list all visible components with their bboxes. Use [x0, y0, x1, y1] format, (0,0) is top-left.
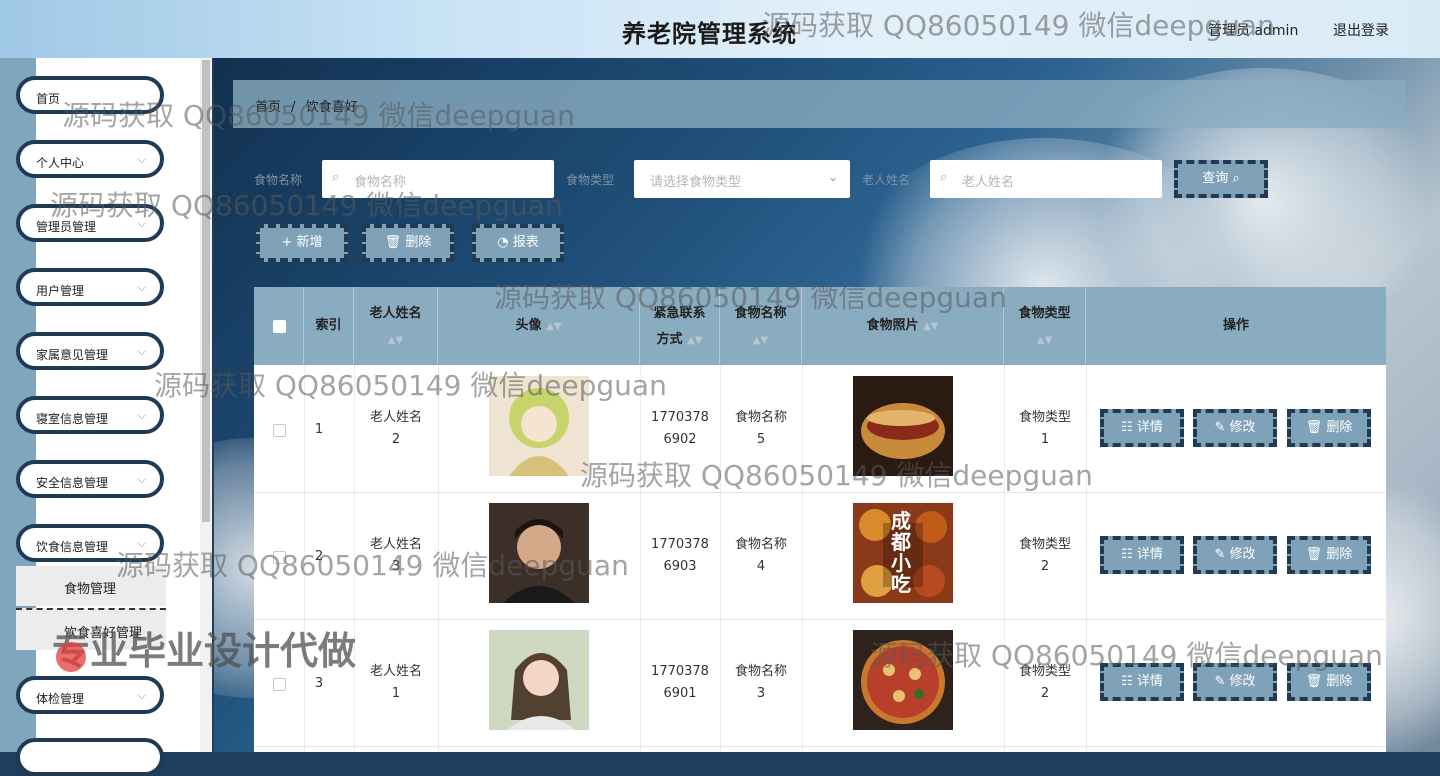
column-header-elder-name[interactable]: 老人姓名 ▲▼ [354, 287, 438, 365]
chevron-down-icon: ⌵ [137, 473, 146, 486]
avatar [489, 630, 589, 730]
column-header-food-type[interactable]: 食物类型 ▲▼ [1004, 287, 1086, 365]
food-type-filter-label: 食物类型 [566, 173, 615, 187]
sort-icon: ▲▼ [752, 335, 769, 346]
sidebar-item-label: 寝室信息管理 [36, 412, 109, 426]
pencil-icon: ✎ [1214, 674, 1230, 689]
sort-icon: ▲▼ [687, 335, 703, 346]
chevron-down-icon: ⌵ [137, 689, 146, 702]
row-food-name: 食物名称 4 [734, 537, 787, 574]
document-icon: ☷ [1121, 420, 1137, 435]
column-divider [1086, 365, 1087, 752]
watermark: 源码获取 QQ86050149 微信deepguan [762, 9, 1275, 42]
row-emergency-contact: 1770378 6903 [651, 537, 709, 574]
edit-button[interactable]: ✎ 修改 [1193, 409, 1277, 447]
elder-name-search-input[interactable]: ⌕ 老人姓名 [930, 160, 1162, 198]
watermark: 源码获取 QQ86050149 微信deepguan [580, 459, 1093, 492]
report-button[interactable]: ◔ 报表 [472, 224, 564, 262]
row-food-type: 食物类型 2 [1018, 537, 1071, 574]
edit-button[interactable]: ✎ 修改 [1193, 536, 1277, 574]
watermark: 源码获取 QQ86050149 微信deepguan [494, 281, 1007, 314]
sidebar-item-label: 体检管理 [36, 692, 85, 706]
column-header-index: 索引 [304, 287, 354, 365]
pencil-icon: ✎ [1214, 547, 1230, 562]
row-food-name: 食物名称 5 [734, 410, 787, 447]
query-button[interactable]: 查询 ⌕ [1174, 160, 1268, 198]
elder-name-filter-label: 老人姓名 [862, 173, 911, 187]
row-elder-name: 老人姓名 2 [369, 410, 422, 447]
row-elder-name: 老人姓名 1 [369, 664, 422, 701]
sidebar-item-label: 家属意见管理 [36, 348, 109, 362]
watermark: 源码获取 QQ86050149 微信deepguan [116, 549, 629, 582]
row-food-name: 食物名称 3 [734, 664, 787, 701]
food-type-select[interactable]: 请选择食物类型 ⌄ [634, 160, 850, 198]
watermark: 源码获取 QQ86050149 微信deepguan [154, 369, 667, 402]
column-header-actions: 操作 [1222, 318, 1249, 333]
row-emergency-contact: 1770378 6901 [651, 664, 709, 701]
watermark: 源码获取 QQ86050149 微信deepguan [50, 189, 563, 222]
sidebar-item-label: 饮食信息管理 [36, 540, 109, 554]
logout-link[interactable]: 退出登录 [1333, 20, 1389, 40]
search-icon: ⌕ [940, 170, 948, 185]
sidebar-item-label: 安全信息管理 [36, 476, 109, 490]
column-divider [802, 365, 803, 752]
document-icon: ☷ [1121, 674, 1137, 689]
sort-icon: ▲▼ [923, 321, 939, 332]
add-button[interactable]: + 新增 [256, 224, 348, 262]
chevron-down-icon: ⌵ [137, 153, 146, 166]
sidebar-item-dorm[interactable]: 寝室信息管理 ⌵ [16, 396, 164, 434]
delete-button[interactable]: 🗑 删除 [1287, 409, 1371, 447]
food-photo-caption: 成都小吃 [891, 509, 911, 596]
sort-icon: ▲▼ [546, 321, 562, 332]
trash-icon: 🗑 [384, 235, 406, 250]
row-emergency-contact: 1770378 6902 [651, 410, 709, 447]
food-photo: 成都小吃 [853, 503, 953, 603]
trash-icon: 🗑 [1305, 547, 1327, 562]
sidebar-item-label: 首页 [36, 92, 61, 106]
sort-icon: ▲▼ [387, 335, 404, 346]
delete-button[interactable]: 🗑 删除 [1287, 536, 1371, 574]
chevron-down-icon: ⌄ [827, 170, 838, 184]
watermark-big: 专业毕业设计代做 [52, 629, 357, 673]
sidebar-item-more[interactable] [16, 738, 164, 776]
submenu-label: 食物管理 [64, 582, 117, 597]
detail-button[interactable]: ☷ 详情 [1100, 536, 1184, 574]
plus-icon: + [281, 235, 297, 250]
watermark: 源码获取 QQ86050149 微信deepguan [62, 99, 575, 132]
chevron-down-icon: ⌵ [137, 409, 146, 422]
sidebar-item-users[interactable]: 用户管理 ⌵ [16, 268, 164, 306]
watermark: 源码获取 QQ86050149 微信deepguan [870, 639, 1383, 672]
pencil-icon: ✎ [1214, 420, 1230, 435]
sidebar-item-label: 用户管理 [36, 284, 85, 298]
row-divider [254, 619, 1386, 620]
trash-icon: 🗑 [1305, 674, 1327, 689]
search-icon: ⌕ [1232, 171, 1240, 186]
sidebar-item-safety[interactable]: 安全信息管理 ⌵ [16, 460, 164, 498]
detail-button[interactable]: ☷ 详情 [1100, 409, 1184, 447]
chevron-down-icon: ⌵ [137, 345, 146, 358]
sidebar-item-family-feedback[interactable]: 家属意见管理 ⌵ [16, 332, 164, 370]
row-index: 3 [314, 676, 324, 691]
row-food-type: 食物类型 1 [1018, 410, 1071, 447]
sidebar-item-checkup[interactable]: 体检管理 ⌵ [16, 676, 164, 714]
trash-icon: 🗑 [1305, 420, 1327, 435]
row-divider [254, 746, 1386, 747]
pie-chart-icon: ◔ [497, 235, 513, 250]
select-all-header [254, 287, 304, 365]
sidebar-item-label: 个人中心 [36, 156, 85, 170]
mouse-cursor-highlight [56, 642, 86, 672]
document-icon: ☷ [1121, 547, 1137, 562]
chevron-down-icon: ⌵ [137, 281, 146, 294]
row-checkbox[interactable] [273, 424, 286, 437]
search-icon: ⌕ [332, 170, 340, 185]
sort-icon: ▲▼ [1036, 335, 1053, 346]
row-checkbox[interactable] [273, 678, 286, 691]
sidebar-item-profile[interactable]: 个人中心 ⌵ [16, 140, 164, 178]
batch-delete-button[interactable]: 🗑 删除 [362, 224, 454, 262]
select-all-checkbox[interactable] [273, 320, 286, 333]
row-index: 1 [314, 422, 324, 437]
